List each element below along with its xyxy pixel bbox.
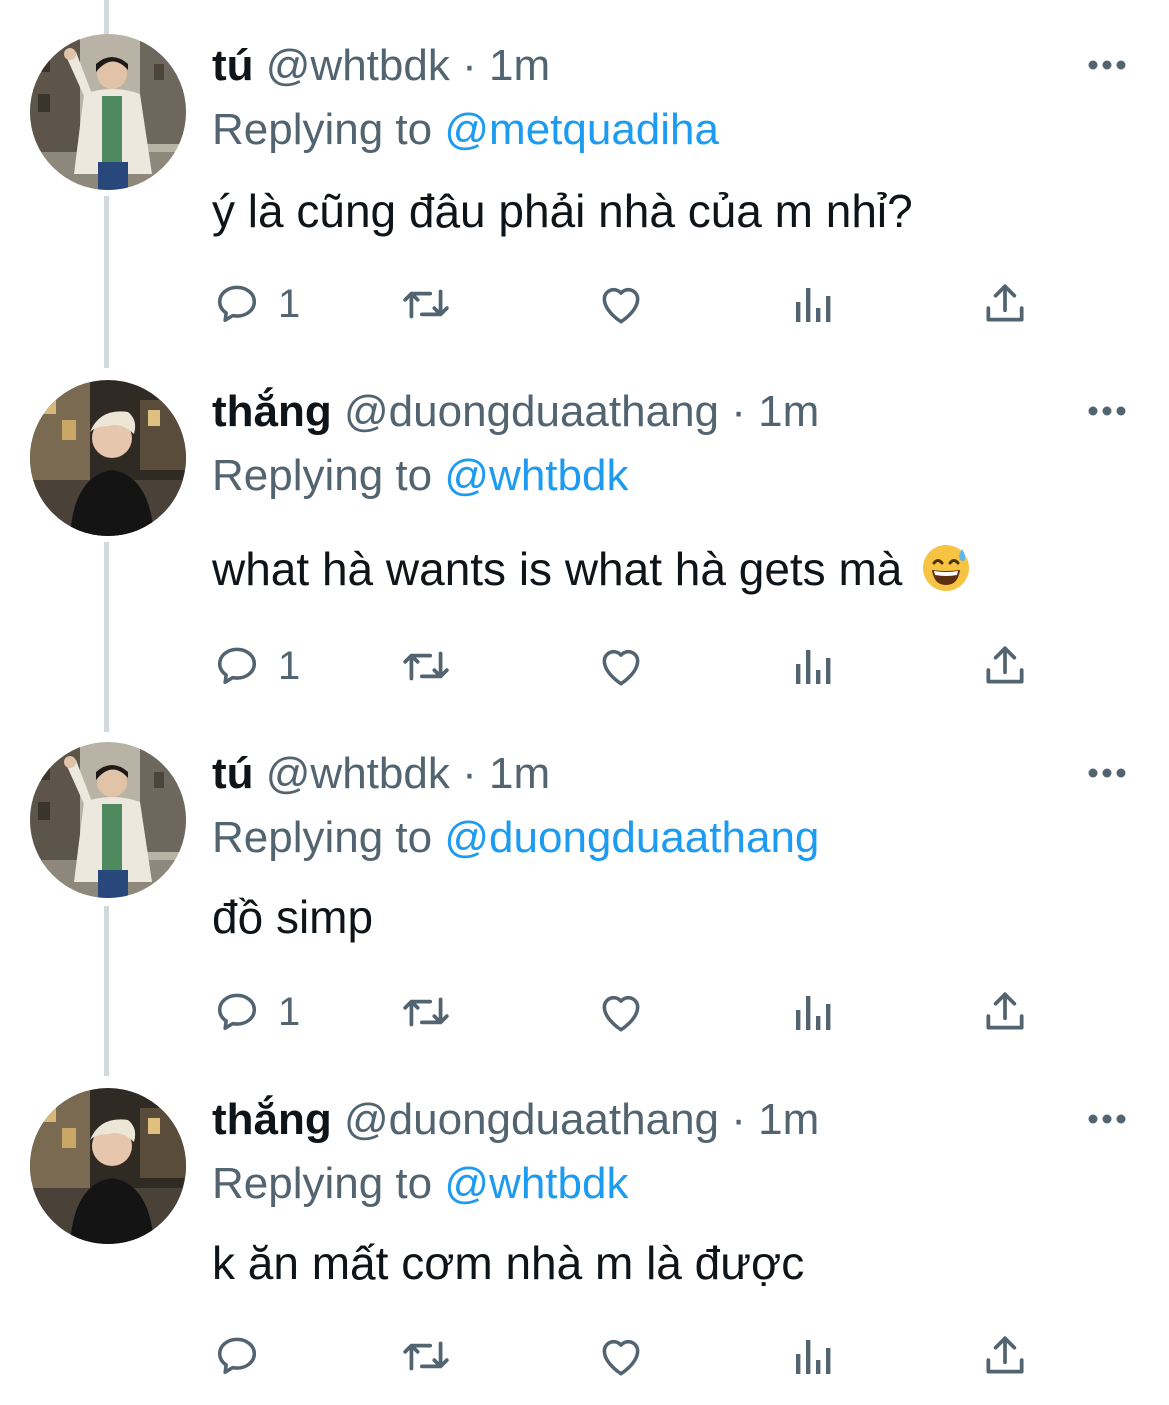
replying-to: Replying to @whtbdk [212, 1154, 628, 1214]
reply-button[interactable]: 1 [212, 638, 300, 694]
views-icon [790, 641, 834, 691]
more-icon[interactable] [1084, 50, 1130, 80]
timestamp[interactable]: 1m [758, 1095, 819, 1144]
replying-label: Replying to [212, 105, 433, 154]
reply-icon [212, 641, 262, 691]
like-button[interactable] [596, 276, 646, 332]
avatar[interactable] [30, 34, 186, 190]
views-icon [790, 987, 834, 1037]
user-handle[interactable]: @whtbdk [266, 41, 450, 90]
views-button[interactable] [790, 638, 834, 694]
reply-icon [212, 1331, 262, 1381]
user-handle[interactable]: @whtbdk [266, 749, 450, 798]
reply-button[interactable] [212, 1328, 278, 1384]
replying-to: Replying to @whtbdk [212, 446, 628, 506]
tweet-text: k ăn mất cơm nhà m là được [212, 1237, 805, 1289]
reply-icon [212, 987, 262, 1037]
more-icon[interactable] [1084, 396, 1130, 426]
heart-icon [596, 279, 646, 329]
tweet-text: đồ simp [212, 891, 374, 943]
separator-dot: · [462, 41, 477, 90]
retweet-icon [396, 987, 456, 1037]
timestamp[interactable]: 1m [489, 749, 550, 798]
retweet-icon [396, 641, 456, 691]
thread-line [104, 196, 109, 368]
share-icon [980, 987, 1030, 1037]
share-icon [980, 1331, 1030, 1381]
display-name[interactable]: thắng [212, 1095, 332, 1144]
grinning-sweat-emoji-icon [921, 543, 971, 608]
replying-label: Replying to [212, 451, 433, 500]
heart-icon [596, 641, 646, 691]
tweet-text-row: what hà wants is what hà gets mà [212, 538, 971, 608]
tweet-header: thắng @duongduaathang · 1m [212, 382, 819, 442]
tweet-header: thắng @duongduaathang · 1m [212, 1090, 819, 1150]
tweet-header: tú @whtbdk · 1m [212, 744, 550, 804]
like-button[interactable] [596, 638, 646, 694]
thread-line [104, 542, 109, 732]
avatar[interactable] [30, 1088, 186, 1244]
display-name[interactable]: tú [212, 749, 254, 798]
tweet-text: ý là cũng đâu phải nhà của m nhỉ? [212, 185, 913, 237]
share-button[interactable] [980, 1328, 1030, 1384]
display-name[interactable]: thắng [212, 387, 332, 436]
thread-line [104, 0, 109, 34]
retweet-icon [396, 1331, 456, 1381]
retweet-button[interactable] [396, 984, 456, 1040]
share-button[interactable] [980, 984, 1030, 1040]
share-icon [980, 641, 1030, 691]
share-icon [980, 279, 1030, 329]
heart-icon [596, 1331, 646, 1381]
replying-to: Replying to @metquadiha [212, 100, 719, 160]
more-icon[interactable] [1084, 758, 1130, 788]
retweet-button[interactable] [396, 638, 456, 694]
tweet-header: tú @whtbdk · 1m [212, 36, 550, 96]
user-handle[interactable]: @duongduaathang [344, 387, 719, 436]
timestamp[interactable]: 1m [489, 41, 550, 90]
retweet-button[interactable] [396, 1328, 456, 1384]
mention-link[interactable]: @duongduaathang [444, 813, 819, 862]
reply-count: 1 [278, 643, 301, 688]
thread-line [104, 906, 109, 1076]
separator-dot: · [462, 749, 477, 798]
timestamp[interactable]: 1m [758, 387, 819, 436]
reply-button[interactable]: 1 [212, 984, 300, 1040]
views-icon [790, 279, 834, 329]
separator-dot: · [731, 387, 746, 436]
views-button[interactable] [790, 1328, 834, 1384]
reply-button[interactable]: 1 [212, 276, 300, 332]
like-button[interactable] [596, 1328, 646, 1384]
reply-count: 1 [278, 281, 301, 326]
share-button[interactable] [980, 276, 1030, 332]
like-button[interactable] [596, 984, 646, 1040]
replying-to: Replying to @duongduaathang [212, 808, 819, 868]
action-bar: 1 [212, 984, 1112, 1040]
retweet-button[interactable] [396, 276, 456, 332]
mention-link[interactable]: @whtbdk [444, 451, 628, 500]
reply-icon [212, 279, 262, 329]
mention-link[interactable]: @metquadiha [444, 105, 719, 154]
action-bar: 1 [212, 638, 1112, 694]
action-bar [212, 1328, 1112, 1384]
tweet-text: what hà wants is what hà gets mà [212, 543, 903, 595]
replying-label: Replying to [212, 1159, 433, 1208]
retweet-icon [396, 279, 456, 329]
mention-link[interactable]: @whtbdk [444, 1159, 628, 1208]
views-icon [790, 1331, 834, 1381]
action-bar: 1 [212, 276, 1112, 332]
views-button[interactable] [790, 984, 834, 1040]
replying-label: Replying to [212, 813, 433, 862]
share-button[interactable] [980, 638, 1030, 694]
reply-count: 1 [278, 989, 301, 1034]
avatar[interactable] [30, 380, 186, 536]
user-handle[interactable]: @duongduaathang [344, 1095, 719, 1144]
more-icon[interactable] [1084, 1104, 1130, 1134]
heart-icon [596, 987, 646, 1037]
avatar[interactable] [30, 742, 186, 898]
views-button[interactable] [790, 276, 834, 332]
display-name[interactable]: tú [212, 41, 254, 90]
separator-dot: · [731, 1095, 746, 1144]
